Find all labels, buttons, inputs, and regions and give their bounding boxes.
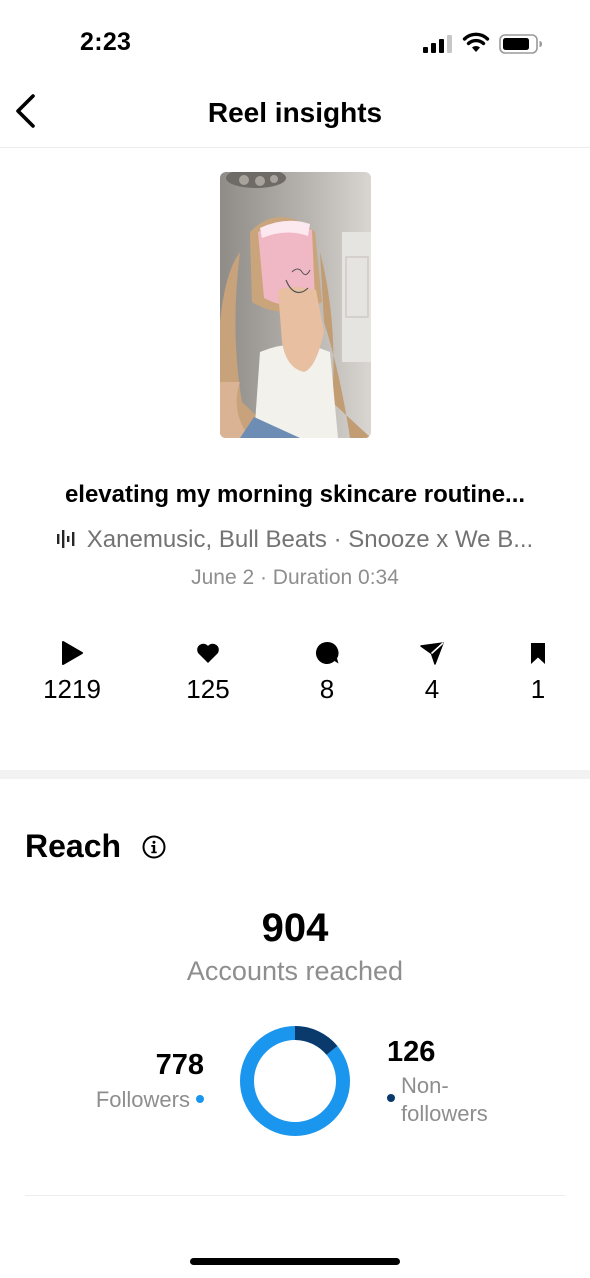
info-icon[interactable] bbox=[142, 835, 166, 859]
reach-donut-chart bbox=[240, 1026, 350, 1136]
play-icon bbox=[62, 641, 83, 665]
stat-saves[interactable]: 1 bbox=[493, 640, 583, 705]
status-bar: 2:23 bbox=[0, 0, 590, 88]
reel-meta: June 2 · Duration 0:34 bbox=[191, 566, 399, 589]
audio-label: Xanemusic, Bull Beats · Snooze x We B... bbox=[86, 526, 534, 553]
followers-label: Followers bbox=[95, 1087, 190, 1112]
stat-plays[interactable]: 1219 bbox=[27, 640, 117, 705]
accounts-reached-count: 904 bbox=[261, 906, 329, 950]
comment-icon bbox=[315, 641, 339, 664]
non-followers-count: 126 bbox=[387, 1036, 436, 1068]
accounts-reached-label: Accounts reached bbox=[186, 956, 404, 986]
stat-likes[interactable]: 125 bbox=[163, 640, 253, 705]
share-icon bbox=[420, 642, 444, 665]
shares-count: 4 bbox=[424, 674, 440, 704]
non-followers-label: Non-followers bbox=[401, 1073, 488, 1126]
stat-comments[interactable]: 8 bbox=[282, 640, 372, 705]
section-divider bbox=[0, 770, 590, 779]
reach-heading: Reach bbox=[25, 828, 122, 864]
wifi-icon bbox=[462, 32, 490, 52]
followers-legend-dot bbox=[196, 1095, 204, 1103]
heart-icon bbox=[197, 643, 219, 663]
bookmark-icon bbox=[531, 643, 545, 664]
audio-waveform-icon bbox=[56, 529, 75, 548]
plays-count: 1219 bbox=[43, 674, 101, 704]
page-title: Reel insights bbox=[207, 97, 383, 128]
cellular-signal-icon bbox=[423, 35, 452, 53]
audio-attribution[interactable]: Xanemusic, Bull Beats · Snooze x We B... bbox=[0, 526, 590, 554]
nav-bar: Reel insights bbox=[0, 78, 590, 148]
home-indicator bbox=[190, 1258, 400, 1265]
non-followers-legend-dot bbox=[387, 1094, 395, 1102]
comments-count: 8 bbox=[319, 674, 335, 704]
reel-caption: elevating my morning skincare routine... bbox=[64, 481, 526, 508]
bottom-divider bbox=[25, 1195, 565, 1196]
status-time: 2:23 bbox=[80, 28, 132, 56]
battery-icon bbox=[499, 34, 542, 54]
stat-shares[interactable]: 4 bbox=[387, 640, 477, 705]
followers-count: 778 bbox=[155, 1049, 204, 1081]
likes-count: 125 bbox=[186, 674, 230, 704]
reel-thumbnail[interactable] bbox=[220, 172, 371, 438]
saves-count: 1 bbox=[530, 674, 546, 704]
